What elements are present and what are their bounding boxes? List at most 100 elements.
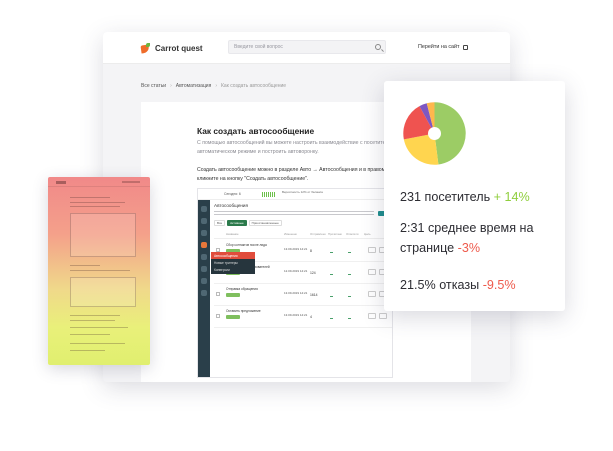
row-metric [348, 292, 352, 297]
goto-site-link[interactable]: Перейти на сайт [418, 44, 468, 50]
analytics-card: 231 посетитель + 14% 2:31 среднее время … [384, 81, 565, 311]
heatmap-screenshot-block [70, 277, 136, 307]
heatmap-text-line [70, 265, 100, 267]
breadcrumb-all[interactable]: Все статьи [141, 83, 166, 89]
visitors-value: 231 посетитель [400, 190, 491, 204]
row-count: 8 [310, 249, 312, 253]
heatmap-text-line [70, 327, 128, 329]
col-goal: Цель [364, 232, 371, 236]
app-sidebar [198, 200, 210, 377]
sidebar-chat-icon[interactable] [201, 230, 207, 236]
col-read: Прочитано [328, 232, 342, 236]
menu-item-triggers[interactable]: Новые триггеры [211, 259, 255, 266]
filter-paused[interactable]: Приостановленные [248, 220, 282, 226]
row-edit-button[interactable] [368, 291, 376, 297]
col-name: Название [226, 232, 239, 236]
app-description [214, 211, 374, 217]
row-metric [330, 270, 334, 275]
table-row[interactable]: Отправка обращения 13.09.2019 14:21 1614 [214, 284, 392, 306]
sidebar-auto-icon[interactable] [201, 242, 207, 248]
filter-active[interactable]: Активные [227, 220, 247, 226]
heatmap-text-line [70, 343, 125, 345]
row-edit-button[interactable] [368, 313, 376, 319]
heatmap-header [48, 177, 150, 187]
row-menu-button[interactable] [379, 313, 387, 319]
bounce-stat: 21.5% отказы -9.5% [400, 275, 516, 295]
bounce-delta: -9.5% [482, 278, 516, 292]
row-metric [348, 248, 352, 253]
breadcrumb-separator: › [170, 83, 172, 89]
row-date: 13.09.2019 14:21 [284, 291, 308, 295]
external-link-icon [462, 44, 468, 50]
app-screenshot: Сегодня: 6 Вероятность 12% от баланса Ав… [197, 188, 393, 378]
row-count: 1614 [310, 293, 318, 297]
app-top-stats: Вероятность 12% от баланса [282, 190, 323, 194]
row-checkbox[interactable] [216, 314, 220, 318]
app-main: Автосообщения Все Активные Приостановлен… [210, 200, 392, 377]
header: Carrot quest Введите свой вопрос Перейти… [103, 32, 510, 64]
row-metric [348, 314, 352, 319]
visitors-delta: + 14% [493, 190, 530, 204]
logo[interactable]: Carrot quest [141, 43, 203, 53]
heatmap-text-line [70, 350, 105, 352]
goto-site-label: Перейти на сайт [418, 44, 460, 50]
app-top-label: Сегодня: 6 [224, 192, 241, 196]
table-row[interactable]: Оставить предложение 13.09.2019 14:21 4 [214, 306, 392, 328]
heatmap-thumbnail [48, 177, 150, 365]
row-count: 4 [310, 315, 312, 319]
heatmap-text-line [70, 197, 110, 199]
row-date: 13.09.2019 14:21 [284, 313, 308, 317]
row-checkbox[interactable] [216, 292, 220, 296]
col-changed: Изменено [284, 232, 297, 236]
sidebar-settings-icon[interactable] [201, 278, 207, 284]
sidebar-stats-icon[interactable] [201, 266, 207, 272]
row-count: 124 [310, 271, 316, 275]
filter-all[interactable]: Все [214, 220, 226, 226]
search-placeholder: Введите свой вопрос [234, 44, 283, 50]
row-metric [330, 314, 334, 319]
row-name: Оставить предложение [226, 309, 261, 313]
article-title: Как создать автосообщение [197, 126, 315, 136]
heatmap-nav [122, 181, 140, 183]
heatmap-text-line [70, 202, 125, 204]
menu-item-autosend[interactable]: Автосообщения [211, 252, 255, 259]
pie-center-hole [428, 127, 441, 140]
row-date: 13.09.2019 14:21 [284, 247, 308, 251]
row-name: Сбор контактов после лида [226, 243, 267, 247]
heatmap-logo [56, 181, 66, 184]
row-status-badge [226, 293, 240, 297]
heatmap-screenshot-block [70, 213, 136, 257]
row-date: 12.09.2019 14:21 [284, 269, 308, 273]
menu-item-conversions[interactable]: Конверсии [211, 266, 255, 273]
row-status-badge [226, 315, 240, 319]
app-section-title: Автосообщения [214, 203, 248, 208]
sidebar-users-icon[interactable] [201, 218, 207, 224]
bounce-value: 21.5% отказы [400, 278, 480, 292]
sidebar-home-icon[interactable] [201, 206, 207, 212]
heatmap-text-line [70, 270, 130, 272]
search-icon[interactable] [375, 44, 381, 50]
avg-time-delta: -3% [457, 241, 481, 255]
sidebar-help-icon[interactable] [201, 290, 207, 296]
logo-text: Carrot quest [155, 43, 203, 53]
balance-bar [262, 192, 276, 197]
sidebar-leads-icon[interactable] [201, 254, 207, 260]
traffic-pie-chart [403, 102, 466, 165]
row-edit-button[interactable] [368, 247, 376, 253]
row-edit-button[interactable] [368, 269, 376, 275]
col-replied: Ответили [346, 232, 359, 236]
row-metric [330, 248, 334, 253]
breadcrumb-separator: › [215, 83, 217, 89]
avg-time-stat: 2:31 среднее время на странице -3% [400, 218, 560, 258]
row-name: Отправка обращения [226, 287, 258, 291]
heatmap-text-line [70, 206, 120, 208]
app-filters: Все Активные Приостановленные [214, 220, 282, 226]
breadcrumb-automation[interactable]: Автоматизация [176, 83, 212, 89]
table-header: Название Изменено Отправлено Прочитано О… [214, 231, 392, 239]
search-input[interactable]: Введите свой вопрос [228, 40, 386, 54]
heatmap-text-line [70, 334, 110, 336]
col-sent: Отправлено [310, 232, 326, 236]
breadcrumb-current: Как создать автосообщение [220, 83, 287, 89]
heatmap-text-line [70, 315, 120, 317]
visitors-stat: 231 посетитель + 14% [400, 187, 530, 207]
